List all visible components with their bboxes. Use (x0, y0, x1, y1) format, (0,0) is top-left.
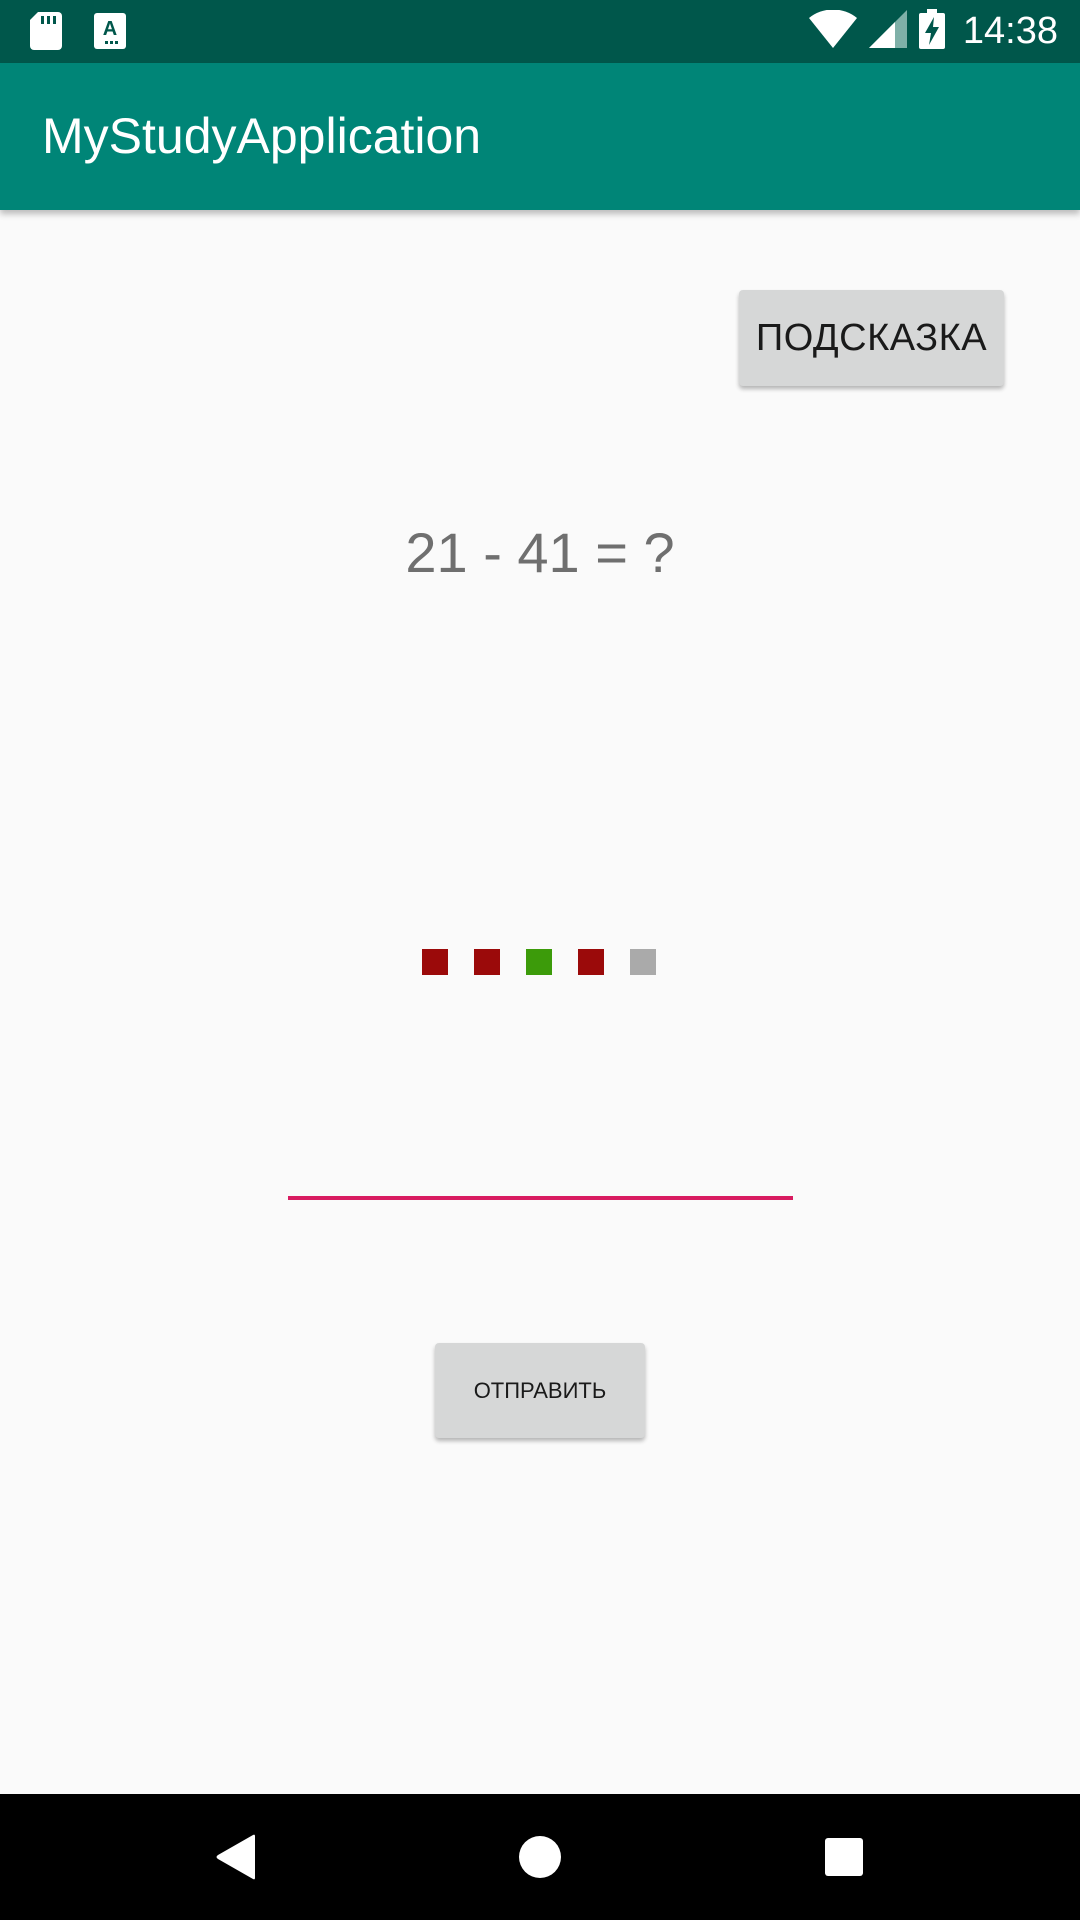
svg-text:A: A (103, 18, 117, 40)
answer-progress (422, 949, 656, 975)
battery-charging-icon (918, 9, 945, 54)
equation-text: 21 - 41 = ? (405, 521, 675, 584)
status-right-icons: 14:38 (808, 0, 1058, 63)
status-bar: A 14:38 (0, 0, 1080, 63)
home-button[interactable] (470, 1794, 610, 1920)
progress-square-wrong (474, 949, 500, 975)
hint-button[interactable]: ПОДСКАЗКА (739, 290, 1004, 386)
progress-square-correct (526, 949, 552, 975)
back-button[interactable] (166, 1794, 306, 1920)
recents-icon (825, 1838, 863, 1876)
app-bar: MyStudyApplication (0, 63, 1080, 210)
home-icon (519, 1836, 561, 1878)
send-button[interactable]: ОТПРАВИТЬ (435, 1343, 645, 1438)
progress-square-wrong (422, 949, 448, 975)
sd-card-icon (30, 12, 62, 55)
answer-input[interactable] (288, 1130, 793, 1200)
status-time: 14:38 (962, 10, 1058, 52)
keyboard-a-icon: A (94, 13, 126, 54)
screen: A 14:38 MyStudyApplication ПОДСКАЗКА 21 … (0, 0, 1080, 1920)
progress-square-wrong (578, 949, 604, 975)
back-icon (216, 1834, 255, 1880)
wifi-icon (808, 9, 857, 53)
app-title: MyStudyApplication (42, 108, 482, 164)
status-left-icons: A (30, 12, 126, 55)
recents-button[interactable] (774, 1794, 914, 1920)
progress-square-pending (630, 949, 656, 975)
navigation-bar (0, 1794, 1080, 1920)
signal-icon (868, 10, 907, 53)
